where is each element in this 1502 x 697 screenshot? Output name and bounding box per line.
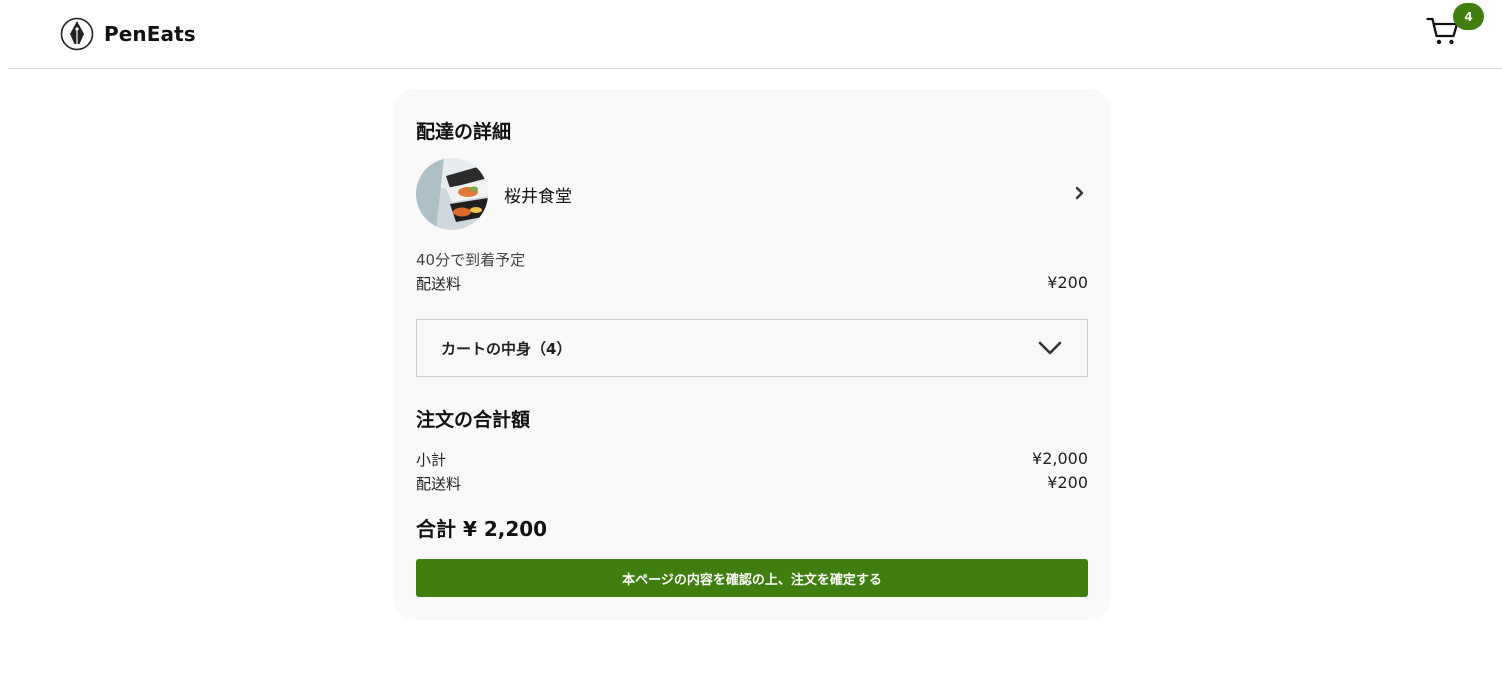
brand-name: PenEats bbox=[104, 22, 196, 46]
delivery-fee-value: ¥200 bbox=[1047, 273, 1088, 292]
checkout-card: 配達の詳細 桜井食堂 40分で到着予定 配送料 ¥200 カートの中身（4） 注… bbox=[393, 89, 1111, 620]
delivery-fee-label: 配送料 bbox=[416, 275, 462, 293]
cart-button[interactable]: 4 bbox=[1426, 3, 1484, 52]
top-header: PenEats 4 bbox=[8, 0, 1502, 69]
delivery-details-title: 配達の詳細 bbox=[416, 121, 512, 143]
subtotal-label: 小計 bbox=[416, 451, 447, 469]
cart-contents-label: カートの中身（4） bbox=[441, 340, 572, 358]
subtotal-value: ¥2,000 bbox=[1032, 449, 1088, 468]
restaurant-link[interactable]: 桜井食堂 bbox=[416, 158, 1088, 232]
summary-fee-row: 配送料 ¥200 bbox=[416, 473, 1088, 493]
chevron-right-icon bbox=[1075, 186, 1084, 200]
order-total: 合計 ¥ 2,200 bbox=[416, 517, 548, 541]
delivery-eta: 40分で到着予定 bbox=[416, 251, 526, 269]
delivery-fee-row: 配送料 ¥200 bbox=[416, 273, 1088, 293]
summary-fee-label: 配送料 bbox=[416, 475, 462, 493]
summary-fee-value: ¥200 bbox=[1047, 473, 1088, 492]
restaurant-thumbnail bbox=[416, 158, 488, 230]
fountain-pen-nib-icon bbox=[60, 17, 94, 51]
restaurant-name: 桜井食堂 bbox=[504, 187, 572, 207]
chevron-down-icon bbox=[1038, 341, 1062, 355]
subtotal-row: 小計 ¥2,000 bbox=[416, 449, 1088, 469]
brand-logo[interactable]: PenEats bbox=[60, 17, 196, 51]
order-total-title: 注文の合計額 bbox=[416, 409, 531, 431]
cart-contents-toggle[interactable]: カートの中身（4） bbox=[416, 319, 1088, 377]
confirm-order-button[interactable]: 本ページの内容を確認の上、注文を確定する bbox=[416, 559, 1088, 597]
cart-count-badge: 4 bbox=[1453, 3, 1484, 30]
